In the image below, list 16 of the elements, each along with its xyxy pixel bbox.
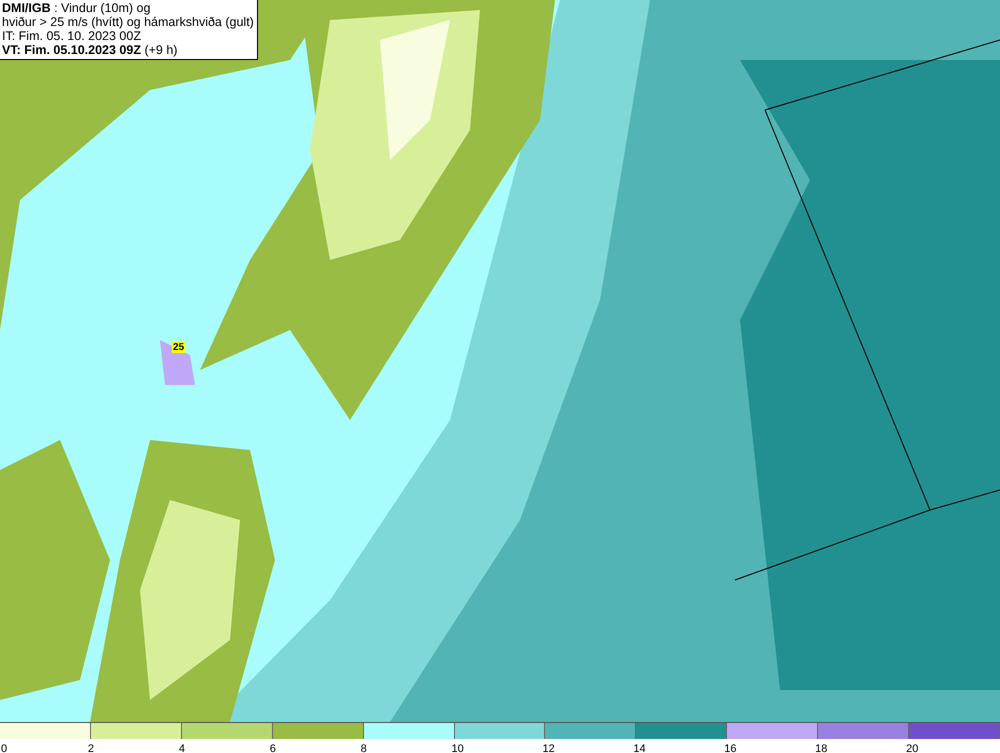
info-text: VT: Fim. 05.10.2023 09Z (+9 h)	[2, 43, 178, 57]
info-text: hviður > 25 m/s (hvítt) og hámarkshviða (gult)	[2, 15, 254, 29]
legend-label: 16	[723, 743, 737, 753]
legend-label: 10	[450, 743, 464, 753]
legend-label: 20	[905, 743, 918, 753]
legend-label: 2	[86, 743, 94, 753]
legend-label: 14	[632, 743, 646, 753]
legend-label: 18	[814, 743, 828, 753]
info-text: DMI/IGB : Vindur (10m) og	[2, 1, 152, 15]
legend-label: 12	[541, 743, 555, 753]
gust-marker: 25	[172, 342, 186, 353]
legend-label: 8	[360, 743, 367, 753]
legend-label: 6	[268, 743, 276, 753]
legend-label: 4	[178, 743, 185, 753]
legend-label: 0	[0, 743, 8, 753]
info-text: IT: Fim. 05. 10. 2023 00Z	[2, 29, 142, 43]
